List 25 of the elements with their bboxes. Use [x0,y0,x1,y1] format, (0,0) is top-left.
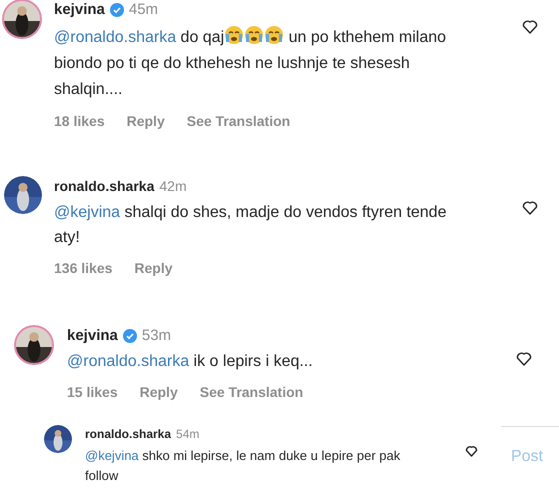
timestamp: 42m [159,176,187,196]
timestamp: 45m [128,0,158,20]
comment-text: @ronaldo.sharka do qaj un po kthehem milano biondo po ti qe do kthehesh ne lushnje te shesesh shalqin.... [54,24,464,102]
username[interactable]: kejvina [67,324,118,347]
timestamp: 54m [176,426,200,443]
likes-count: 18 likes [54,112,105,130]
reply-link[interactable]: Reply [140,382,178,403]
timestamp: 53m [142,326,172,346]
username[interactable]: ronaldo.sharka [85,425,172,443]
likes-count: 15 likes [67,383,118,402]
crying-emoji-icon [264,24,284,44]
crying-emoji-icon [224,24,244,44]
comment-text: @kejvina shalqi do shes, madje do vendos ftyren tende aty! [54,202,448,248]
username[interactable]: ronaldo.sharka [54,176,154,196]
like-heart-icon[interactable] [464,443,479,458]
username[interactable]: kejvina [54,0,105,22]
reply-link[interactable]: Reply [134,258,173,278]
comment-text: @ronaldo.sharka ik o lepirs i keq... [67,352,314,372]
likes-count: 136 likes [54,258,112,278]
see-translation-link[interactable]: See Translation [200,382,304,403]
reply-link[interactable]: Reply [126,110,165,132]
crying-emoji-icon [244,24,264,44]
see-translation-link[interactable]: See Translation [186,110,290,132]
post-button[interactable]: Post [510,445,543,469]
comment-text: @kejvina shko mi lepirse, le nam duke u lepire per pak follow [85,447,402,485]
